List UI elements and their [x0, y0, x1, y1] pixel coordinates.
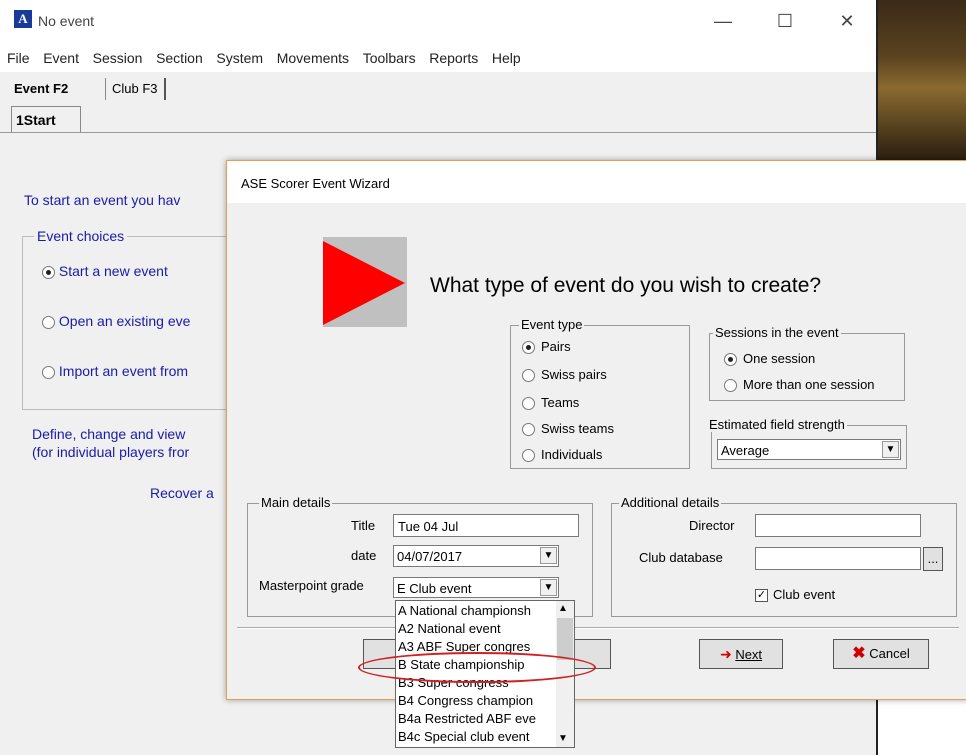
list-item[interactable]: B4a Restricted ABF eve [398, 711, 556, 727]
maximize-button[interactable]: ☐ [762, 6, 808, 36]
intro-text: To start an event you hav [24, 192, 181, 208]
title-bar: A No event — ☐ ✕ [0, 0, 878, 44]
menu-movements[interactable]: Movements [277, 44, 349, 72]
chevron-down-icon[interactable]: ▼ [540, 579, 557, 596]
main-details-legend: Main details [259, 495, 333, 510]
dialog-title-bar: ASE Scorer Event Wizard [227, 161, 966, 203]
tab-start[interactable]: 1Start [11, 106, 81, 133]
radio-multiple-sessions[interactable]: More than one session [724, 377, 875, 393]
club-event-checkbox[interactable]: ✓ Club event [755, 587, 835, 603]
app-icon: A [14, 10, 32, 28]
radio-individuals[interactable]: Individuals [522, 447, 602, 463]
event-type-legend: Event type [519, 317, 585, 332]
cancel-x-icon: ✖ [852, 645, 866, 662]
radio-icon [724, 379, 737, 393]
menu-toolbars[interactable]: Toolbars [363, 44, 416, 72]
scroll-up-icon[interactable]: ▲ [558, 603, 568, 614]
desktop-image [878, 0, 966, 160]
choice-open-existing[interactable]: Open an existing eve [42, 313, 190, 329]
radio-icon [522, 449, 535, 463]
minimize-button[interactable]: — [700, 6, 746, 36]
director-field[interactable] [755, 514, 921, 537]
menu-help[interactable]: Help [492, 44, 521, 72]
choice-start-new[interactable]: Start a new event [42, 263, 168, 279]
date-label: date [351, 548, 377, 563]
field-strength-legend: Estimated field strength [707, 417, 847, 432]
menu-event[interactable]: Event [43, 44, 79, 72]
wizard-question: What type of event do you wish to create… [430, 274, 822, 297]
browse-button[interactable]: ... [923, 547, 943, 571]
menu-system[interactable]: System [216, 44, 263, 72]
radio-icon [522, 397, 535, 411]
recover-link[interactable]: Recover a [150, 485, 214, 501]
menu-session[interactable]: Session [93, 44, 143, 72]
checkmark-icon: ✓ [755, 589, 768, 603]
tab-strip: Event F2 Club F3 [0, 74, 878, 104]
radio-icon [522, 423, 535, 437]
date-picker[interactable]: 04/07/2017 ▼ [393, 545, 559, 567]
choice-import[interactable]: Import an event from [42, 363, 188, 379]
radio-teams[interactable]: Teams [522, 395, 579, 411]
next-button[interactable]: ➜ Next [699, 639, 783, 669]
play-triangle-icon [323, 241, 405, 325]
radio-icon [522, 369, 535, 383]
menu-file[interactable]: File [7, 44, 30, 72]
define-text: Define, change and view [32, 426, 186, 442]
chevron-down-icon[interactable]: ▼ [882, 441, 899, 458]
radio-one-session[interactable]: One session [724, 351, 815, 367]
club-database-field[interactable] [755, 547, 921, 570]
director-label: Director [689, 518, 735, 533]
club-database-label: Club database [639, 550, 723, 565]
scroll-down-icon[interactable]: ▼ [558, 733, 568, 744]
radio-pairs[interactable]: Pairs [522, 339, 571, 355]
radio-icon [42, 265, 55, 279]
arrow-right-icon: ➜ [719, 646, 732, 662]
radio-swiss-teams[interactable]: Swiss teams [522, 421, 614, 437]
menu-bar: File Event Session Section System Moveme… [0, 44, 878, 72]
radio-icon [42, 315, 55, 329]
annotation-highlight-oval [358, 652, 596, 683]
dialog-title: ASE Scorer Event Wizard [241, 176, 390, 191]
tab-event[interactable]: Event F2 [8, 78, 74, 100]
scrollbar-thumb[interactable] [557, 618, 573, 660]
list-item[interactable]: B4 Congress champion [398, 693, 556, 709]
grade-label: Masterpoint grade [259, 578, 364, 593]
field-strength-select[interactable]: Average ▼ [717, 439, 901, 460]
menu-reports[interactable]: Reports [429, 44, 478, 72]
list-item[interactable]: A National championsh [398, 603, 556, 619]
cancel-button[interactable]: ✖ Cancel [833, 639, 929, 669]
additional-details-legend: Additional details [619, 495, 722, 510]
sessions-legend: Sessions in the event [713, 325, 841, 340]
title-field[interactable]: Tue 04 Jul [393, 514, 579, 537]
event-choices-legend: Event choices [34, 228, 128, 244]
define-text-2: (for individual players fror [32, 444, 190, 460]
list-item[interactable]: B4c Special club event [398, 729, 556, 745]
tab-divider [0, 132, 878, 133]
tab-club[interactable]: Club F3 [105, 78, 166, 100]
close-button[interactable]: ✕ [824, 6, 870, 36]
list-item[interactable]: A2 National event [398, 621, 556, 637]
grade-select[interactable]: E Club event ▼ [393, 577, 559, 598]
radio-icon [724, 353, 737, 367]
radio-swiss-pairs[interactable]: Swiss pairs [522, 367, 607, 383]
chevron-down-icon[interactable]: ▼ [540, 547, 557, 564]
radio-icon [522, 341, 535, 355]
event-wizard-dialog: ASE Scorer Event Wizard What type of eve… [226, 160, 966, 700]
radio-icon [42, 365, 55, 379]
menu-section[interactable]: Section [156, 44, 203, 72]
window-title: No event [38, 13, 95, 29]
title-label: Title [351, 518, 376, 533]
play-icon [323, 237, 407, 327]
